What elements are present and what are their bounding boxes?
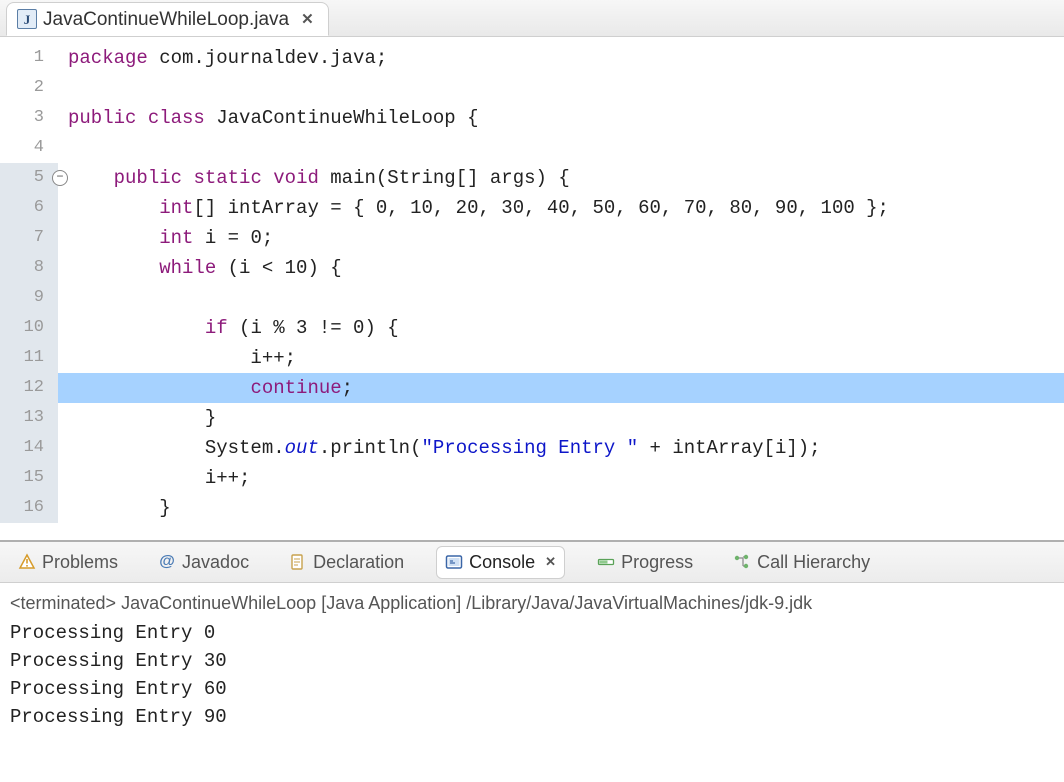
close-icon[interactable]: ✕ bbox=[299, 12, 316, 27]
tab-console[interactable]: Console ✕ bbox=[436, 546, 565, 579]
bottom-panel: Problems @ Javadoc Declaration Console ✕… bbox=[0, 542, 1064, 782]
line-number: 3 bbox=[0, 103, 58, 133]
line-number: 13 bbox=[0, 403, 58, 433]
call-hierarchy-icon bbox=[733, 553, 751, 571]
declaration-icon bbox=[289, 553, 307, 571]
line-number: 11 bbox=[0, 343, 58, 373]
tab-progress[interactable]: Progress bbox=[589, 547, 701, 578]
console-icon bbox=[445, 553, 463, 571]
console-status-line: <terminated> JavaContinueWhileLoop [Java… bbox=[10, 589, 1054, 617]
editor-pane: J JavaContinueWhileLoop.java ✕ 12345−678… bbox=[0, 0, 1064, 542]
code-line[interactable]: i++; bbox=[58, 463, 1064, 493]
tab-label: Progress bbox=[621, 552, 693, 573]
line-number: 5− bbox=[0, 163, 58, 193]
tab-label: Problems bbox=[42, 552, 118, 573]
line-number: 14 bbox=[0, 433, 58, 463]
line-number: 9 bbox=[0, 283, 58, 313]
console-output: Processing Entry 0Processing Entry 30Pro… bbox=[10, 619, 1054, 731]
line-number: 1 bbox=[0, 43, 58, 73]
code-line[interactable]: public class JavaContinueWhileLoop { bbox=[58, 103, 1064, 133]
tab-label: Javadoc bbox=[182, 552, 249, 573]
code-line[interactable]: package com.journaldev.java; bbox=[58, 43, 1064, 73]
javadoc-icon: @ bbox=[158, 553, 176, 571]
code-line[interactable] bbox=[58, 133, 1064, 163]
java-file-icon: J bbox=[17, 9, 37, 29]
console-line: Processing Entry 30 bbox=[10, 647, 1054, 675]
tab-label: Call Hierarchy bbox=[757, 552, 870, 573]
console-line: Processing Entry 90 bbox=[10, 703, 1054, 731]
close-icon[interactable]: ✕ bbox=[545, 554, 556, 570]
progress-icon bbox=[597, 553, 615, 571]
console-line: Processing Entry 60 bbox=[10, 675, 1054, 703]
line-number: 15 bbox=[0, 463, 58, 493]
editor-tab[interactable]: J JavaContinueWhileLoop.java ✕ bbox=[6, 2, 329, 36]
panel-tabbar: Problems @ Javadoc Declaration Console ✕… bbox=[0, 542, 1064, 583]
tab-label: Declaration bbox=[313, 552, 404, 573]
line-number: 4 bbox=[0, 133, 58, 163]
line-number: 8 bbox=[0, 253, 58, 283]
problems-icon bbox=[18, 553, 36, 571]
line-number: 10 bbox=[0, 313, 58, 343]
code-line[interactable]: } bbox=[58, 493, 1064, 523]
code-line[interactable]: int[] intArray = { 0, 10, 20, 30, 40, 50… bbox=[58, 193, 1064, 223]
tab-declaration[interactable]: Declaration bbox=[281, 547, 412, 578]
line-number: 6 bbox=[0, 193, 58, 223]
code-line[interactable] bbox=[58, 73, 1064, 103]
code-line[interactable]: continue; bbox=[58, 373, 1064, 403]
console-body[interactable]: <terminated> JavaContinueWhileLoop [Java… bbox=[0, 583, 1064, 782]
code-line[interactable] bbox=[58, 283, 1064, 313]
tab-call-hierarchy[interactable]: Call Hierarchy bbox=[725, 547, 878, 578]
tab-label: Console bbox=[469, 552, 535, 573]
code-line[interactable]: System.out.println("Processing Entry " +… bbox=[58, 433, 1064, 463]
code-line[interactable]: if (i % 3 != 0) { bbox=[58, 313, 1064, 343]
code-line[interactable]: int i = 0; bbox=[58, 223, 1064, 253]
code-line[interactable]: } bbox=[58, 403, 1064, 433]
code-text[interactable]: package com.journaldev.java; public class… bbox=[58, 37, 1064, 540]
editor-tabbar: J JavaContinueWhileLoop.java ✕ bbox=[0, 0, 1064, 37]
code-area: 12345−678910111213141516 package com.jou… bbox=[0, 37, 1064, 540]
code-line[interactable]: public static void main(String[] args) { bbox=[58, 163, 1064, 193]
tab-javadoc[interactable]: @ Javadoc bbox=[150, 547, 257, 578]
code-line[interactable]: while (i < 10) { bbox=[58, 253, 1064, 283]
line-number: 7 bbox=[0, 223, 58, 253]
line-number: 12 bbox=[0, 373, 58, 403]
line-number: 16 bbox=[0, 493, 58, 523]
line-number: 2 bbox=[0, 73, 58, 103]
editor-tab-filename: JavaContinueWhileLoop.java bbox=[43, 10, 289, 29]
console-line: Processing Entry 0 bbox=[10, 619, 1054, 647]
code-line[interactable]: i++; bbox=[58, 343, 1064, 373]
line-number-gutter: 12345−678910111213141516 bbox=[0, 37, 58, 540]
tab-problems[interactable]: Problems bbox=[10, 547, 126, 578]
